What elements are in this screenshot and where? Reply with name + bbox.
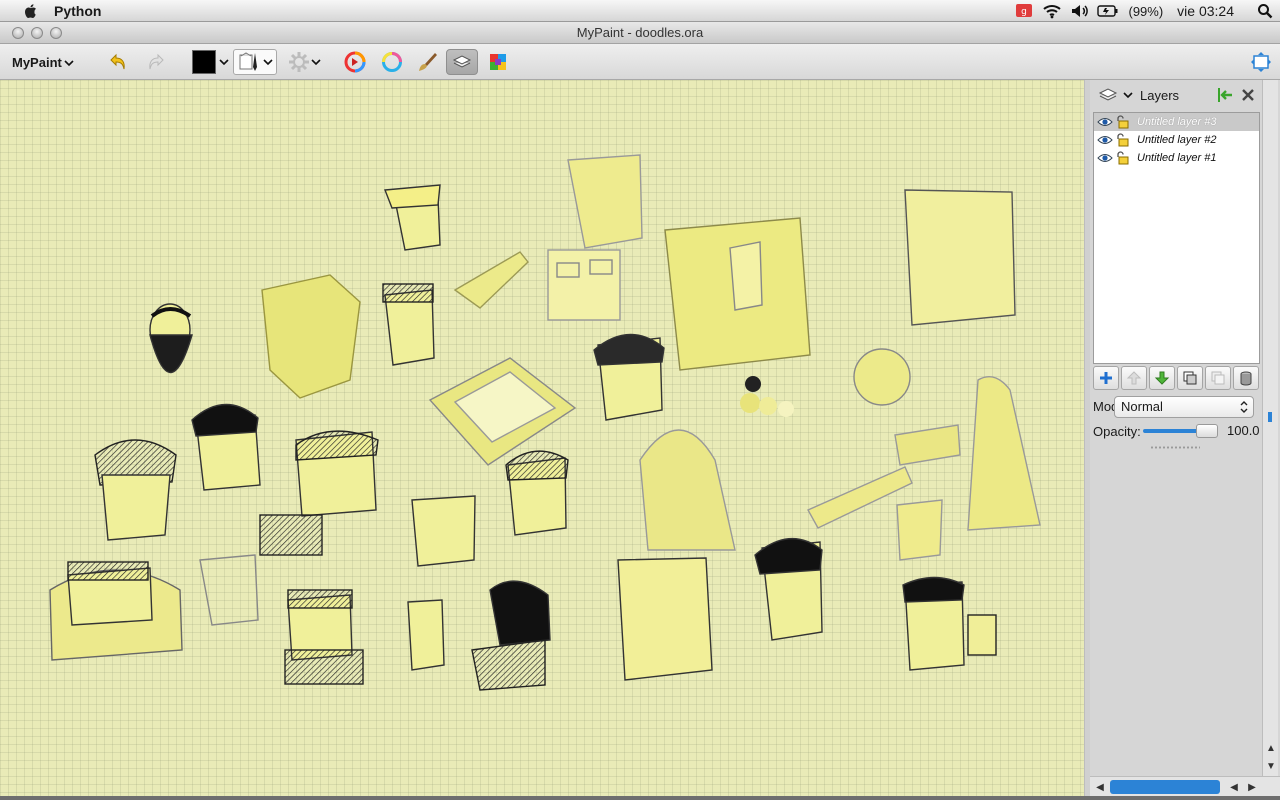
close-panel-icon[interactable] xyxy=(1240,87,1256,103)
chevron-down-icon xyxy=(64,59,74,66)
layer-actions-bar xyxy=(1093,366,1260,392)
chevron-down-icon xyxy=(218,59,229,66)
drawing-canvas[interactable] xyxy=(0,80,1085,796)
visibility-eye-icon[interactable] xyxy=(1097,116,1113,128)
scrollbar-grip[interactable] xyxy=(1268,412,1272,422)
delete-layer-button[interactable] xyxy=(1233,366,1259,390)
add-layer-button[interactable] xyxy=(1093,366,1119,390)
trash-icon xyxy=(1240,371,1252,386)
svg-text:g: g xyxy=(1022,7,1028,17)
duplicate-icon xyxy=(1183,371,1197,385)
opacity-label: Opacity: xyxy=(1093,423,1141,439)
layer-row[interactable]: Untitled layer #1 xyxy=(1094,149,1259,167)
chevron-down-icon xyxy=(311,59,321,66)
select-arrows-icon xyxy=(1240,401,1248,413)
move-layer-up-button[interactable] xyxy=(1121,366,1147,390)
color-swatch xyxy=(191,50,216,74)
scroll-down-arrow-icon[interactable]: ▼ xyxy=(1263,758,1279,774)
layers-panel-title: Layers xyxy=(1140,87,1180,103)
layer-list[interactable]: Untitled layer #3 Untitled layer #2 Unti… xyxy=(1093,112,1260,364)
panel-vertical-scrollbar[interactable]: ▲ ▼ xyxy=(1262,80,1278,776)
lock-open-icon[interactable] xyxy=(1115,115,1131,129)
scroll-left-arrow-icon[interactable]: ◀ xyxy=(1226,779,1242,795)
panel-drag-handle[interactable] xyxy=(1150,446,1200,449)
opacity-value: 100.0 xyxy=(1227,423,1260,438)
lock-open-icon[interactable] xyxy=(1115,151,1131,165)
lock-open-icon[interactable] xyxy=(1115,133,1131,147)
brush-settings-button[interactable] xyxy=(284,49,324,75)
merge-icon xyxy=(1211,371,1225,385)
fullscreen-icon xyxy=(1251,52,1271,72)
visibility-eye-icon[interactable] xyxy=(1097,152,1113,164)
app-name-menu[interactable]: Python xyxy=(54,3,101,19)
plus-icon xyxy=(1100,372,1112,384)
mac-menubar: Python g (99%) vie 03:24 xyxy=(0,0,1280,22)
scroll-right-arrow-icon[interactable]: ▶ xyxy=(1244,779,1260,795)
chevron-down-icon[interactable] xyxy=(1122,90,1134,100)
color-ring-icon xyxy=(382,52,402,72)
layers-panel-header: Layers xyxy=(1090,80,1262,110)
opacity-row: Opacity: 100.0 xyxy=(1093,420,1263,442)
mypaint-menu-label: MyPaint xyxy=(12,55,62,70)
layer-row[interactable]: Untitled layer #3 xyxy=(1094,113,1259,131)
volume-icon[interactable] xyxy=(1066,0,1094,22)
brush-selector-button[interactable] xyxy=(233,49,277,75)
spotlight-icon[interactable] xyxy=(1250,0,1280,22)
layers-panel: Layers Untitled layer #3 Untitled layer xyxy=(1090,80,1280,796)
apple-icon[interactable] xyxy=(20,3,42,19)
brush-settings-icon xyxy=(289,52,309,72)
blend-mode-value: Normal xyxy=(1121,399,1163,414)
brush-icon xyxy=(419,53,437,71)
color-wheel-button[interactable] xyxy=(341,49,369,75)
scroll-up-arrow-icon[interactable]: ▲ xyxy=(1263,740,1279,756)
arrow-down-icon xyxy=(1154,371,1170,385)
layers-toggle-button[interactable] xyxy=(446,49,478,75)
window-titlebar: MyPaint - doodles.ora xyxy=(0,22,1280,44)
menubar-clock[interactable]: vie 03:24 xyxy=(1177,3,1234,19)
main-toolbar: MyPaint xyxy=(0,44,1280,80)
redo-icon xyxy=(149,53,164,70)
scroll-left-arrow-icon[interactable]: ◀ xyxy=(1092,779,1108,795)
merge-layer-button[interactable] xyxy=(1205,366,1231,390)
color-wheel-icon xyxy=(344,51,366,73)
doodles-artwork xyxy=(49,154,1041,691)
window-bottom-edge xyxy=(0,796,1280,800)
fullscreen-button[interactable] xyxy=(1248,49,1274,75)
blend-mode-select[interactable]: Normal xyxy=(1114,396,1254,418)
scrollbar-thumb[interactable] xyxy=(1110,780,1220,794)
brush-selector-icon xyxy=(239,52,257,71)
redo-button[interactable] xyxy=(142,49,168,75)
battery-percentage: (99%) xyxy=(1128,3,1164,19)
layer-name: Untitled layer #2 xyxy=(1137,134,1217,146)
move-layer-down-button[interactable] xyxy=(1149,366,1175,390)
arrow-up-icon xyxy=(1126,371,1142,385)
palette-button[interactable] xyxy=(486,49,510,75)
panel-horizontal-scrollbar[interactable]: ◀ ◀ ▶ xyxy=(1090,776,1280,796)
layer-name: Untitled layer #3 xyxy=(1137,116,1217,128)
dock-panel-icon[interactable] xyxy=(1216,86,1234,104)
notification-icon[interactable]: g xyxy=(1010,0,1038,22)
mypaint-menu-button[interactable]: MyPaint xyxy=(12,55,74,70)
duplicate-layer-button[interactable] xyxy=(1177,366,1203,390)
blend-mode-row: Mode: Normal xyxy=(1093,394,1260,418)
brush-button[interactable] xyxy=(414,49,440,75)
undo-icon xyxy=(110,53,125,70)
undo-button[interactable] xyxy=(106,49,132,75)
color-ring-button[interactable] xyxy=(378,49,406,75)
layers-panel-icon xyxy=(1098,86,1118,104)
palette-icon xyxy=(490,54,506,70)
window-title: MyPaint - doodles.ora xyxy=(576,25,704,40)
opacity-slider-thumb[interactable] xyxy=(1196,424,1218,438)
layers-icon xyxy=(452,55,472,68)
battery-icon[interactable] xyxy=(1094,0,1122,22)
visibility-eye-icon[interactable] xyxy=(1097,134,1113,146)
color-picker-button[interactable] xyxy=(190,49,230,75)
layer-name: Untitled layer #1 xyxy=(1137,152,1217,164)
layer-row[interactable]: Untitled layer #2 xyxy=(1094,131,1259,149)
chevron-down-icon xyxy=(263,59,273,66)
wifi-icon[interactable] xyxy=(1038,0,1066,22)
